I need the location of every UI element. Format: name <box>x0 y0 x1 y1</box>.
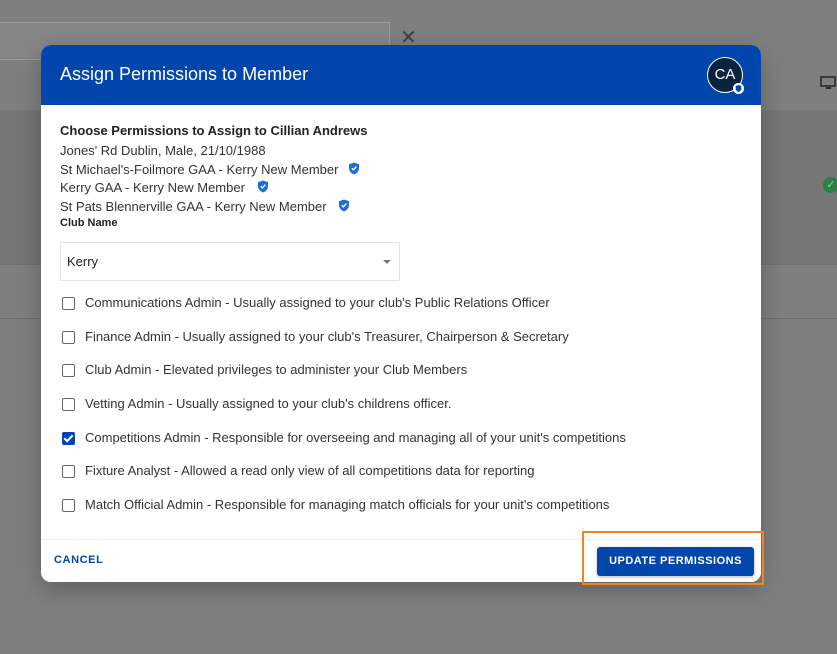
check-circle-icon: ✓ <box>823 177 837 193</box>
permission-item[interactable]: Club Admin - Elevated privileges to admi… <box>60 362 742 396</box>
permission-checkbox[interactable] <box>62 499 75 513</box>
club-name-label: Club Name <box>60 217 118 229</box>
club-membership-label: St Michael's-Foilmore GAA - Kerry New Me… <box>60 161 339 177</box>
permission-checkbox[interactable] <box>62 398 75 412</box>
permission-item[interactable]: Finance Admin - Usually assigned to your… <box>60 329 742 363</box>
permission-label: Club Admin - Elevated privileges to admi… <box>85 362 468 378</box>
shield-icon <box>733 83 744 94</box>
permission-item[interactable]: Vetting Admin - Usually assigned to your… <box>60 396 742 430</box>
club-membership: St Pats Blennerville GAA - Kerry New Mem… <box>60 198 742 217</box>
club-membership: Kerry GAA - Kerry New Member <box>60 179 742 198</box>
club-name-value: Kerry <box>67 254 99 269</box>
cancel-button[interactable]: CANCEL <box>54 554 103 566</box>
permission-checkbox[interactable] <box>62 465 75 479</box>
monitor-icon <box>820 76 836 89</box>
shield-icon <box>257 180 268 193</box>
permission-label: Competitions Admin - Responsible for ove… <box>85 429 626 445</box>
avatar-initials: CA <box>714 66 736 83</box>
update-permissions-button[interactable]: UPDATE PERMISSIONS <box>597 547 754 576</box>
permission-label: Vetting Admin - Usually assigned to your… <box>85 396 452 412</box>
permission-checkbox[interactable] <box>62 297 75 310</box>
permission-item[interactable]: Fixture Analyst - Allowed a read only vi… <box>60 463 742 497</box>
club-membership-label: St Pats Blennerville GAA - Kerry New Mem… <box>60 198 327 214</box>
member-heading: Choose Permissions to Assign to Cillian … <box>60 123 368 138</box>
permission-label: Finance Admin - Usually assigned to your… <box>85 328 569 344</box>
permission-label: Fixture Analyst - Allowed a read only vi… <box>85 463 535 479</box>
shield-icon <box>349 162 360 174</box>
club-name-select[interactable]: Kerry <box>60 242 400 281</box>
club-membership-label: Kerry GAA - Kerry New Member <box>60 180 245 195</box>
club-membership: St Michael's-Foilmore GAA - Kerry New Me… <box>60 161 742 180</box>
dialog-title: Assign Permissions to Member <box>60 64 309 84</box>
permission-label: Match Official Admin - Responsible for m… <box>85 497 610 513</box>
member-details: Jones' Rd Dublin, Male, 21/10/1988 <box>60 143 266 158</box>
dialog-header: Assign Permissions to Member CA <box>41 45 761 105</box>
permission-checkbox[interactable] <box>62 330 75 344</box>
assign-permissions-dialog: Assign Permissions to Member CA Choose P… <box>41 45 761 582</box>
dialog-body: Choose Permissions to Assign to Cillian … <box>60 123 742 531</box>
permission-item[interactable]: Match Official Admin - Responsible for m… <box>60 497 742 531</box>
permission-list: Communications Admin - Usually assigned … <box>60 295 742 531</box>
shield-icon <box>339 199 350 211</box>
permission-checkbox[interactable] <box>62 364 75 378</box>
permission-checkbox[interactable] <box>62 431 75 445</box>
permission-item[interactable]: Competitions Admin - Responsible for ove… <box>60 430 742 464</box>
caret-down-icon <box>383 260 391 264</box>
permission-label: Communications Admin - Usually assigned … <box>85 295 550 310</box>
avatar[interactable]: CA <box>707 57 744 94</box>
permission-item[interactable]: Communications Admin - Usually assigned … <box>60 295 742 329</box>
